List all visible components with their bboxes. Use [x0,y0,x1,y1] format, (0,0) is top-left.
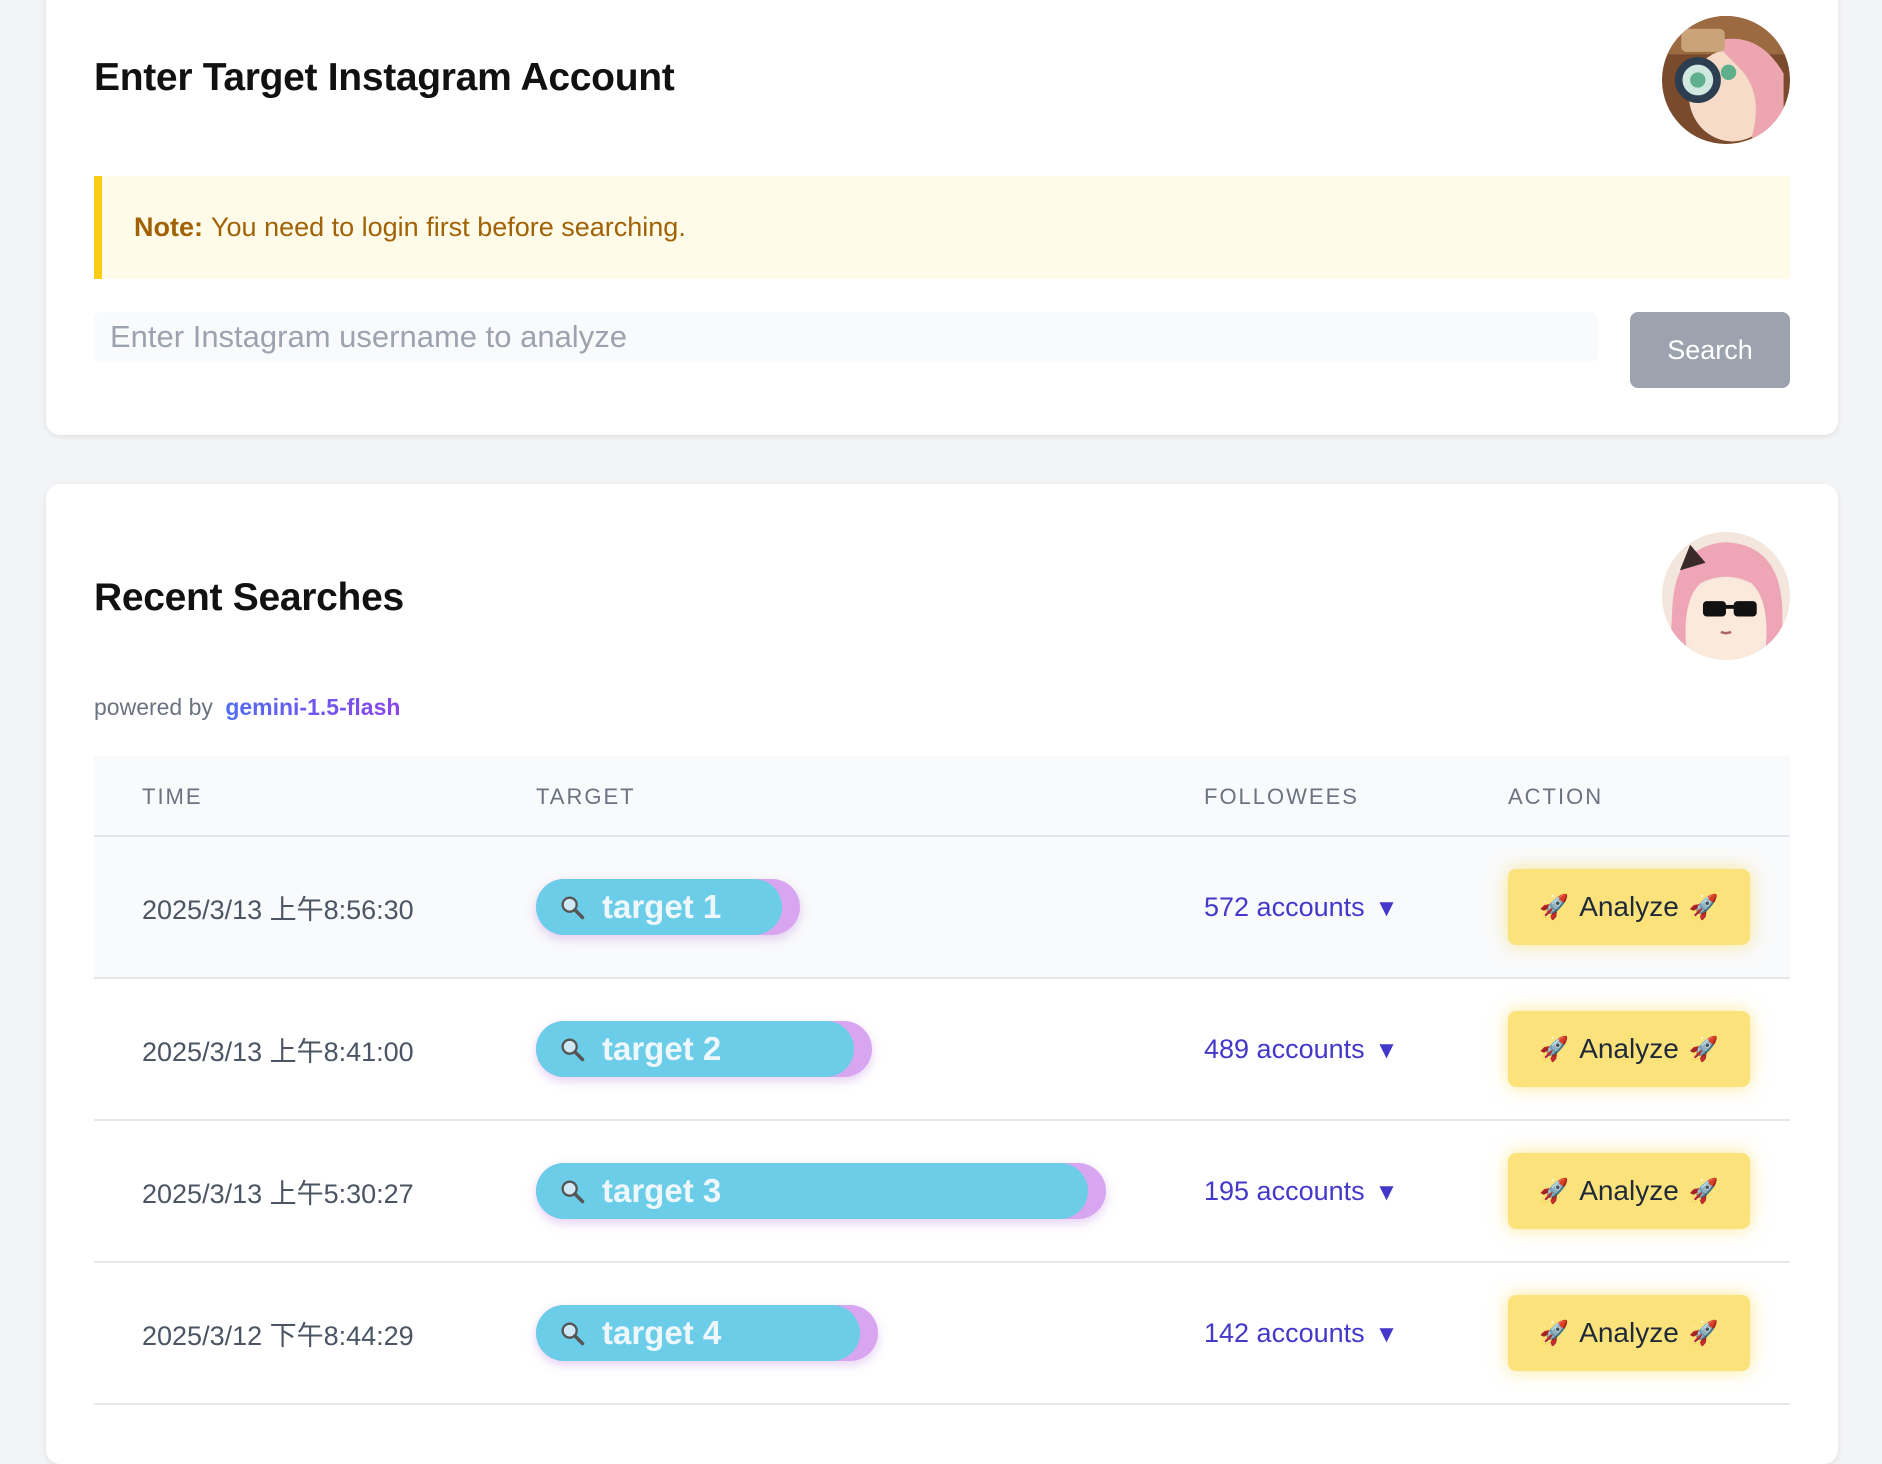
recent-searches-card: Recent Searches powered by gemini-1.5-fl… [46,484,1838,1464]
magnifier-icon [561,1180,585,1204]
analyze-button[interactable]: 🚀 Analyze 🚀 [1508,1011,1750,1087]
target-pill[interactable]: target 1 [536,879,800,935]
followees-link[interactable]: 572 accounts ▼ [1204,892,1398,923]
followees-link[interactable]: 195 accounts ▼ [1204,1176,1398,1207]
rocket-icon: 🚀 [1539,1035,1570,1063]
table-row: 2025/3/13 上午5:30:27 target 3 195 account… [94,1121,1790,1263]
followees-count: 142 accounts [1204,1317,1365,1348]
table-header: TIME TARGET FOLLOWEES ACTION [94,756,1790,837]
row-time: 2025/3/12 下午8:44:29 [142,1320,414,1351]
rocket-icon: 🚀 [1539,893,1570,921]
table-row: 2025/3/13 上午8:41:00 target 2 489 account… [94,979,1790,1121]
followees-count: 572 accounts [1204,891,1365,922]
powered-by-label: powered by [94,694,213,720]
note-text: You need to login first before searching… [211,212,686,242]
avatar-detective-icon [1662,16,1790,144]
column-header-time: TIME [142,783,203,809]
analyze-button[interactable]: 🚀 Analyze 🚀 [1508,1295,1750,1371]
rocket-icon: 🚀 [1688,893,1719,921]
search-card: Enter Target Instagram Account Note: You… [46,0,1838,435]
followees-count: 195 accounts [1204,1175,1365,1206]
analyze-button[interactable]: 🚀 Analyze 🚀 [1508,1153,1750,1229]
rocket-icon: 🚀 [1539,1177,1570,1205]
caret-down-icon: ▼ [1374,1320,1399,1348]
magnifier-icon [561,1322,585,1346]
rocket-icon: 🚀 [1688,1177,1719,1205]
column-header-action: ACTION [1508,783,1604,809]
model-name: gemini-1.5-flash [225,694,401,720]
followees-link[interactable]: 142 accounts ▼ [1204,1318,1398,1349]
row-time: 2025/3/13 上午8:56:30 [142,894,414,925]
powered-by: powered by gemini-1.5-flash [94,694,400,721]
target-label: target 4 [602,1314,722,1351]
column-header-followees: FOLLOWEES [1204,783,1359,809]
login-note: Note: You need to login first before sea… [94,176,1790,279]
followees-count: 489 accounts [1204,1033,1365,1064]
rocket-icon: 🚀 [1539,1319,1570,1347]
note-label: Note: [134,212,203,242]
caret-down-icon: ▼ [1374,1036,1399,1064]
recent-searches-table: TIME TARGET FOLLOWEES ACTION 2025/3/13 上… [94,756,1790,1405]
analyze-label: Analyze [1579,1317,1679,1348]
search-button[interactable]: Search [1630,312,1790,388]
table-row: 2025/3/13 上午8:56:30 target 1 572 account… [94,837,1790,979]
followees-link[interactable]: 489 accounts ▼ [1204,1034,1398,1065]
caret-down-icon: ▼ [1374,894,1399,922]
rocket-icon: 🚀 [1688,1319,1719,1347]
analyze-label: Analyze [1579,891,1679,922]
target-label: target 3 [602,1172,722,1209]
analyze-button[interactable]: 🚀 Analyze 🚀 [1508,869,1750,945]
analyze-label: Analyze [1579,1175,1679,1206]
target-label: target 1 [602,888,722,925]
username-search-input[interactable] [94,312,1598,362]
recent-searches-title: Recent Searches [94,576,404,619]
row-time: 2025/3/13 上午8:41:00 [142,1036,414,1067]
caret-down-icon: ▼ [1374,1178,1399,1206]
target-pill[interactable]: target 2 [536,1021,872,1077]
rocket-icon: 🚀 [1688,1035,1719,1063]
column-header-target: TARGET [536,783,636,809]
magnifier-icon [561,1038,585,1062]
page-title: Enter Target Instagram Account [94,56,675,99]
magnifier-icon [561,896,585,920]
target-label: target 2 [602,1030,722,1067]
table-row: 2025/3/12 下午8:44:29 target 4 142 account… [94,1263,1790,1405]
row-time: 2025/3/13 上午5:30:27 [142,1178,414,1209]
analyze-label: Analyze [1579,1033,1679,1064]
target-pill[interactable]: target 4 [536,1305,878,1361]
target-pill[interactable]: target 3 [536,1163,1106,1219]
avatar-sunglasses-icon [1662,532,1790,660]
